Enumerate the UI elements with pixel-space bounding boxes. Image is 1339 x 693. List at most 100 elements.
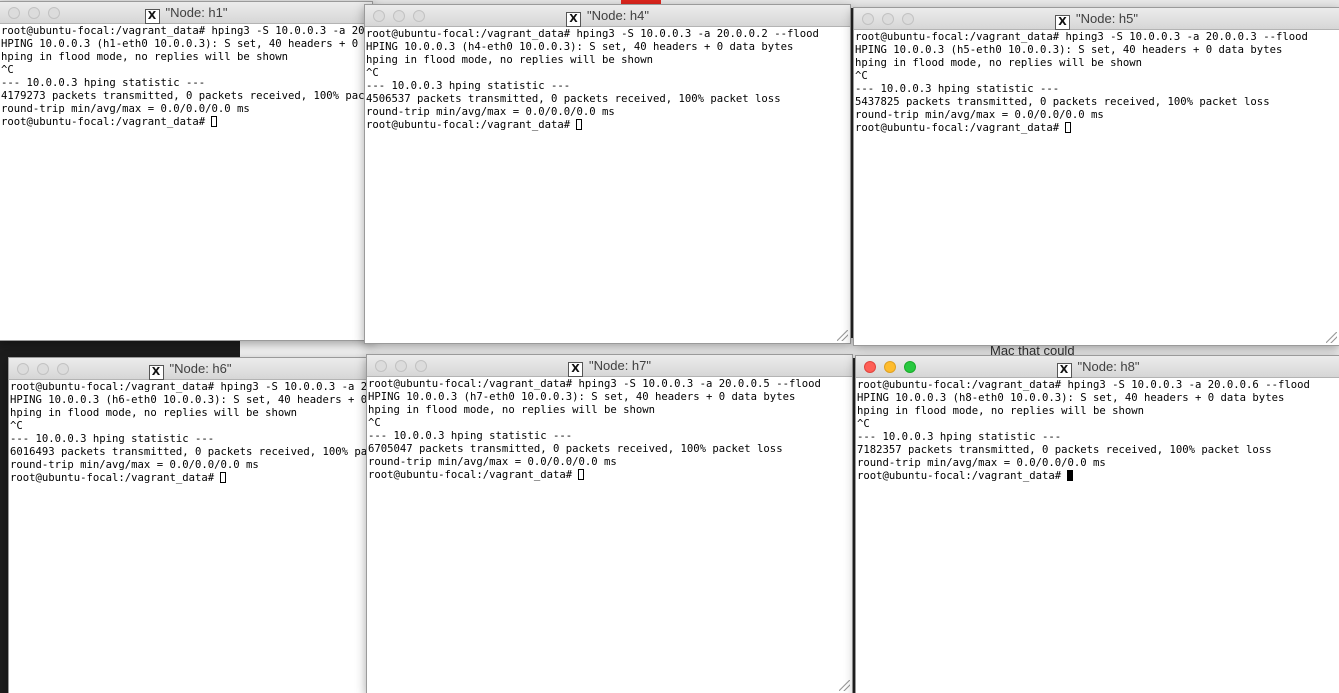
terminal-line: --- 10.0.0.3 hping statistic --- [857, 431, 1062, 443]
terminal-cursor [576, 119, 583, 130]
terminal-output[interactable]: root@ubuntu-focal:/vagrant_data# hping3 … [365, 27, 850, 132]
terminal-window-h1[interactable]: X "Node: h1" root@ubuntu-focal:/vagrant_d… [0, 1, 373, 341]
terminal-line: 4179273 packets transmitted, 0 packets r… [1, 90, 373, 102]
terminal-output[interactable]: root@ubuntu-focal:/vagrant_data# hping3 … [0, 24, 372, 129]
window-title-text: "Node: h5" [1076, 11, 1138, 26]
terminal-cursor [1065, 122, 1072, 133]
terminal-line: root@ubuntu-focal:/vagrant_data# hping3 … [366, 28, 819, 40]
terminal-line: HPING 10.0.0.3 (h6-eth0 10.0.0.3): S set… [10, 394, 372, 406]
terminal-line: HPING 10.0.0.3 (h7-eth0 10.0.0.3): S set… [368, 391, 796, 403]
terminal-window-h8[interactable]: X "Node: h8" root@ubuntu-focal:/vagrant_d… [855, 355, 1339, 693]
terminal-line: hping in flood mode, no replies will be … [1, 51, 289, 63]
terminal-prompt: root@ubuntu-focal:/vagrant_data# [1, 116, 212, 128]
terminal-line: --- 10.0.0.3 hping statistic --- [366, 80, 571, 92]
window-title: X "Node: h4" [365, 8, 850, 27]
terminal-line: hping in flood mode, no replies will be … [366, 54, 654, 66]
terminal-line: HPING 10.0.0.3 (h8-eth0 10.0.0.3): S set… [857, 392, 1285, 404]
window-title: X "Node: h6" [9, 361, 371, 380]
x11-icon: X [144, 9, 160, 24]
terminal-line: root@ubuntu-focal:/vagrant_data# hping3 … [857, 379, 1310, 391]
terminal-line: HPING 10.0.0.3 (h4-eth0 10.0.0.3): S set… [366, 41, 794, 53]
terminal-output[interactable]: root@ubuntu-focal:/vagrant_data# hping3 … [367, 377, 852, 482]
terminal-line: 6016493 packets transmitted, 0 packets r… [10, 446, 372, 458]
window-title: X "Node: h8" [856, 359, 1339, 378]
terminal-line: ^C [855, 70, 868, 82]
terminal-line: hping in flood mode, no replies will be … [368, 404, 656, 416]
window-titlebar[interactable]: X "Node: h5" [854, 8, 1339, 30]
terminal-line: root@ubuntu-focal:/vagrant_data# hping3 … [1, 25, 373, 37]
terminal-line: ^C [368, 417, 381, 429]
terminal-line: --- 10.0.0.3 hping statistic --- [1, 77, 206, 89]
terminal-line: --- 10.0.0.3 hping statistic --- [10, 433, 215, 445]
terminal-window-h5[interactable]: X "Node: h5" root@ubuntu-focal:/vagrant_d… [853, 7, 1339, 346]
terminal-line: hping in flood mode, no replies will be … [10, 407, 298, 419]
terminal-cursor [220, 472, 227, 483]
terminal-line: hping in flood mode, no replies will be … [857, 405, 1145, 417]
terminal-window-h7[interactable]: X "Node: h7" root@ubuntu-focal:/vagrant_d… [366, 354, 853, 693]
terminal-window-h6[interactable]: X "Node: h6" root@ubuntu-focal:/vagrant_d… [8, 357, 372, 693]
terminal-line: ^C [1, 64, 14, 76]
terminal-line: round-trip min/avg/max = 0.0/0.0/0.0 ms [857, 457, 1106, 469]
terminal-prompt-line[interactable]: root@ubuntu-focal:/vagrant_data# [368, 469, 852, 482]
window-title-text: "Node: h4" [587, 8, 649, 23]
terminal-prompt-line[interactable]: root@ubuntu-focal:/vagrant_data# [1, 116, 372, 129]
terminal-line: --- 10.0.0.3 hping statistic --- [855, 83, 1060, 95]
x11-icon: X [568, 362, 583, 377]
terminal-cursor [211, 116, 218, 127]
terminal-prompt-line[interactable]: root@ubuntu-focal:/vagrant_data# [855, 122, 1339, 135]
terminal-line: hping in flood mode, no replies will be … [855, 57, 1143, 69]
resize-grip[interactable] [837, 330, 848, 341]
terminal-prompt: root@ubuntu-focal:/vagrant_data# [366, 119, 577, 131]
resize-grip[interactable] [1326, 332, 1337, 343]
terminal-output[interactable]: root@ubuntu-focal:/vagrant_data# hping3 … [9, 380, 371, 485]
window-titlebar[interactable]: X "Node: h4" [365, 5, 850, 27]
window-title-text: "Node: h7" [589, 358, 651, 373]
terminal-line: round-trip min/avg/max = 0.0/0.0/0.0 ms [10, 459, 259, 471]
terminal-output[interactable]: root@ubuntu-focal:/vagrant_data# hping3 … [854, 30, 1339, 135]
window-titlebar[interactable]: X "Node: h6" [9, 358, 371, 380]
terminal-prompt: root@ubuntu-focal:/vagrant_data# [368, 469, 579, 481]
terminal-line: ^C [857, 418, 870, 430]
terminal-line: 5437825 packets transmitted, 0 packets r… [855, 96, 1270, 108]
terminal-output[interactable]: root@ubuntu-focal:/vagrant_data# hping3 … [856, 378, 1339, 483]
terminal-line: round-trip min/avg/max = 0.0/0.0/0.0 ms [368, 456, 617, 468]
window-titlebar[interactable]: X "Node: h7" [367, 355, 852, 377]
desktop: Mac that could X "Node: h1" root@ubuntu-f… [0, 0, 1339, 693]
terminal-line: root@ubuntu-focal:/vagrant_data# hping3 … [368, 378, 821, 390]
terminal-window-h4[interactable]: X "Node: h4" root@ubuntu-focal:/vagrant_d… [364, 4, 851, 344]
window-title: X "Node: h7" [367, 358, 852, 377]
terminal-prompt-line[interactable]: root@ubuntu-focal:/vagrant_data# [366, 119, 850, 132]
terminal-line: 6705047 packets transmitted, 0 packets r… [368, 443, 783, 455]
window-titlebar[interactable]: X "Node: h1" [0, 2, 372, 24]
x11-icon: X [566, 12, 581, 27]
window-title: X "Node: h5" [854, 11, 1339, 30]
resize-grip[interactable] [839, 680, 850, 691]
window-title-text: "Node: h1" [165, 5, 228, 20]
terminal-line: --- 10.0.0.3 hping statistic --- [368, 430, 573, 442]
background-panel [240, 338, 360, 358]
terminal-prompt-line[interactable]: root@ubuntu-focal:/vagrant_data# [857, 470, 1339, 483]
terminal-line: round-trip min/avg/max = 0.0/0.0/0.0 ms [1, 103, 250, 115]
terminal-line: root@ubuntu-focal:/vagrant_data# hping3 … [855, 31, 1308, 43]
window-titlebar[interactable]: X "Node: h8" [856, 356, 1339, 378]
terminal-line: 4506537 packets transmitted, 0 packets r… [366, 93, 781, 105]
terminal-line: HPING 10.0.0.3 (h1-eth0 10.0.0.3): S set… [1, 38, 373, 50]
terminal-line: HPING 10.0.0.3 (h5-eth0 10.0.0.3): S set… [855, 44, 1283, 56]
terminal-line: ^C [10, 420, 23, 432]
window-title-text: "Node: h8" [1077, 359, 1140, 374]
terminal-prompt: root@ubuntu-focal:/vagrant_data# [857, 470, 1068, 482]
terminal-prompt: root@ubuntu-focal:/vagrant_data# [10, 472, 221, 484]
x11-icon: X [148, 365, 164, 380]
terminal-line: root@ubuntu-focal:/vagrant_data# hping3 … [10, 381, 372, 393]
terminal-prompt: root@ubuntu-focal:/vagrant_data# [855, 122, 1066, 134]
terminal-prompt-line[interactable]: root@ubuntu-focal:/vagrant_data# [10, 472, 371, 485]
x11-icon: X [1055, 15, 1070, 30]
terminal-line: 7182357 packets transmitted, 0 packets r… [857, 444, 1272, 456]
x11-icon: X [1056, 363, 1072, 378]
window-title-text: "Node: h6" [169, 361, 232, 376]
terminal-cursor [1067, 470, 1074, 481]
terminal-cursor [578, 469, 585, 480]
terminal-line: round-trip min/avg/max = 0.0/0.0/0.0 ms [366, 106, 615, 118]
window-title: X "Node: h1" [0, 5, 372, 24]
terminal-line: ^C [366, 67, 379, 79]
